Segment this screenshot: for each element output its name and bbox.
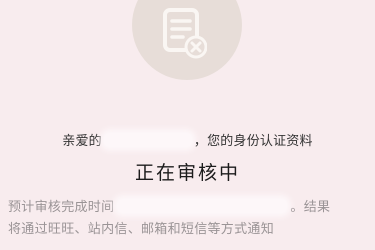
bottom-fade (0, 242, 375, 250)
greeting-prefix: 亲爱的 (62, 134, 102, 149)
detail-line-1-prefix: 预计审核完成时间 (8, 200, 115, 215)
document-rejected-icon (163, 8, 207, 59)
masked-username (103, 133, 192, 147)
detail-line-1-suffix: 。结果 (290, 200, 331, 215)
detail-line-2: 将通过旺旺、站内信、邮箱和短信等方式通知 (8, 222, 275, 237)
greeting-suffix: ，您的身份认证资料 (193, 134, 313, 149)
status-illustration (132, 0, 242, 80)
masked-completion-time (117, 199, 288, 213)
detail-line-1: 预计审核完成时间 。结果 (8, 197, 370, 219)
greeting-text: 亲爱的 ，您的身份认证资料 (0, 130, 375, 149)
review-detail-text: 预计审核完成时间 。结果 将通过旺旺、站内信、邮箱和短信等方式通知 (8, 197, 370, 239)
review-status-title: 正在审核中 (134, 162, 240, 184)
